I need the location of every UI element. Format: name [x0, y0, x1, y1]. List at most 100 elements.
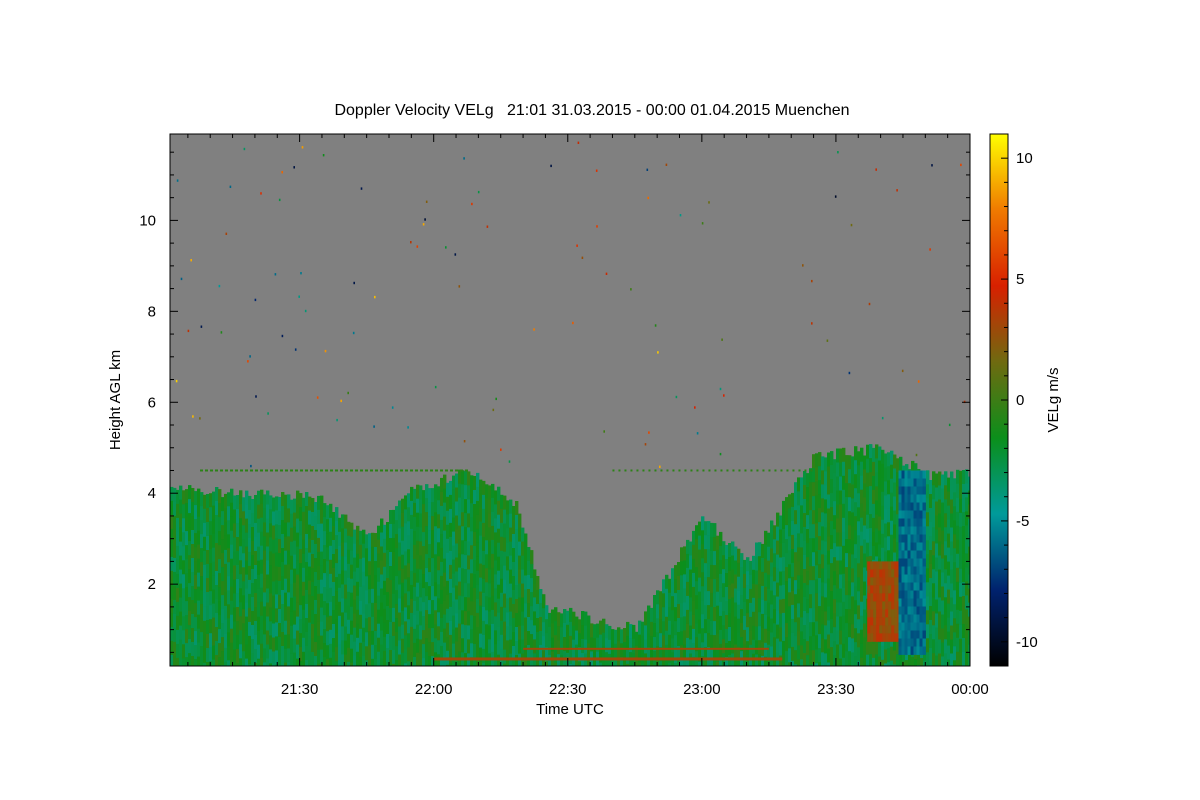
echo-cell: [302, 539, 306, 555]
echo-cell: [317, 509, 321, 525]
feature-cell: [885, 625, 889, 634]
noise-speck: [577, 141, 580, 144]
echo-cell: [857, 465, 861, 480]
echo-cell: [266, 546, 270, 561]
echo-cell: [692, 642, 696, 658]
echo-cell: [680, 575, 684, 590]
feature-cell: [904, 494, 908, 503]
echo-cell: [401, 610, 405, 626]
echo-cell: [962, 470, 966, 485]
echo-cell: [587, 643, 591, 658]
echo-cell: [836, 448, 840, 463]
feature-cell: [922, 614, 926, 623]
echo-cell: [932, 569, 936, 584]
echo-cell: [938, 471, 942, 486]
echo-cell: [317, 537, 321, 553]
haze-dot: [666, 469, 669, 472]
echo-cell: [821, 568, 825, 583]
echo-cell: [323, 503, 327, 518]
echo-cell: [524, 589, 528, 604]
feature-cell: [873, 569, 877, 578]
echo-cell: [500, 592, 504, 608]
echo-cell: [689, 541, 693, 556]
echo-cell: [428, 600, 432, 615]
echo-cell: [797, 645, 801, 660]
echo-cell: [695, 623, 699, 638]
echo-cell: [212, 645, 216, 660]
echo-cell: [845, 525, 849, 540]
echo-cell: [893, 496, 897, 511]
haze-dot: [400, 469, 403, 472]
echo-cell: [824, 527, 828, 542]
echo-cell: [932, 583, 936, 598]
echo-cell: [965, 651, 969, 666]
echo-cell: [542, 622, 546, 637]
echo-cell: [878, 544, 882, 559]
echo-cell: [854, 446, 858, 461]
echo-cell: [446, 636, 450, 652]
echo-cell: [218, 573, 222, 588]
echo-cell: [953, 478, 957, 493]
echo-cell: [449, 578, 453, 594]
echo-cell: [380, 644, 384, 659]
echo-cell: [413, 544, 417, 560]
echo-cell: [509, 555, 513, 570]
echo-cell: [719, 573, 723, 589]
echo-cell: [461, 638, 465, 653]
feature-cell: [916, 550, 920, 559]
echo-cell: [413, 530, 417, 546]
echo-cell: [467, 527, 471, 542]
echo-cell: [488, 639, 492, 654]
echo-cell: [701, 600, 705, 615]
echo-cell: [836, 490, 840, 505]
echo-cell: [302, 497, 306, 513]
echo-cell: [392, 565, 396, 581]
feature-cell: [870, 617, 874, 626]
echo-cell: [770, 548, 774, 563]
echo-cell: [845, 553, 849, 568]
echo-cell: [194, 645, 198, 660]
echo-cell: [530, 620, 534, 635]
echo-cell: [356, 567, 360, 583]
echo-cell: [440, 659, 444, 666]
echo-cell: [800, 533, 804, 548]
echo-cell: [392, 551, 396, 567]
echo-cell: [821, 526, 825, 541]
echo-cell: [581, 611, 585, 626]
echo-cell: [248, 579, 252, 595]
echo-cell: [710, 634, 714, 650]
noise-speck: [322, 154, 325, 157]
echo-cell: [260, 629, 264, 645]
feature-cell: [898, 590, 902, 599]
echo-cell: [197, 586, 201, 601]
echo-cell: [383, 622, 387, 638]
echo-cell: [764, 642, 768, 658]
echo-cell: [785, 581, 789, 596]
echo-cell: [269, 509, 273, 524]
echo-cell: [350, 592, 354, 608]
y-tick-label: 4: [148, 485, 156, 502]
echo-cell: [446, 580, 450, 596]
echo-cell: [788, 592, 792, 607]
echo-cell: [434, 568, 438, 583]
echo-cell: [665, 588, 669, 604]
echo-cell: [827, 578, 831, 593]
echo-cell: [416, 596, 420, 612]
echo-cell: [338, 531, 342, 547]
echo-cell: [176, 559, 180, 575]
echo-cell: [719, 531, 723, 547]
echo-cell: [866, 640, 870, 656]
echo-cell: [272, 623, 276, 638]
echo-cell: [884, 537, 888, 552]
feature-cell: [904, 486, 908, 495]
echo-cell: [215, 655, 219, 666]
echo-cell: [398, 584, 402, 599]
echo-cell: [410, 640, 414, 656]
echo-cell: [683, 616, 687, 631]
echo-cell: [182, 630, 186, 645]
echo-cell: [815, 495, 819, 510]
echo-cell: [656, 604, 660, 619]
echo-cell: [869, 542, 873, 557]
y-tick-label: 2: [148, 576, 156, 593]
haze-dot: [330, 469, 333, 472]
